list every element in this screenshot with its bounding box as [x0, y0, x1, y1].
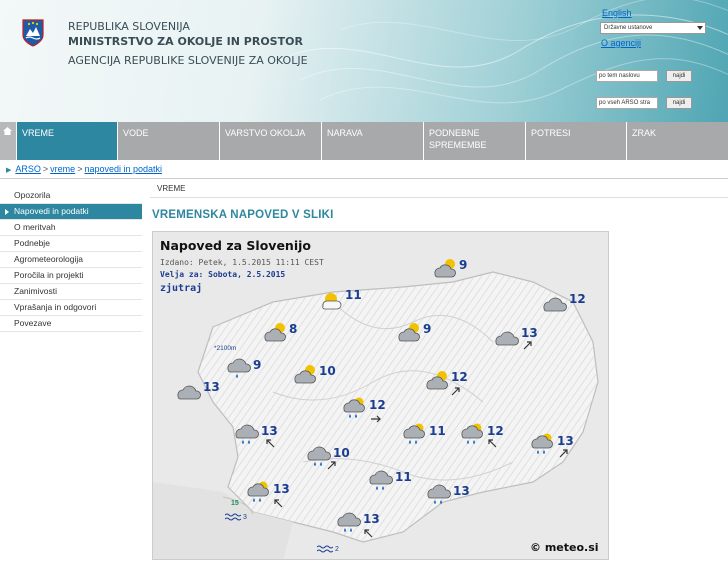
wind-arrow-icon — [451, 387, 460, 396]
light-rain-icon — [227, 358, 251, 378]
sea-state-2: 2 — [316, 544, 339, 557]
breadcrumb-vreme[interactable]: vreme — [50, 164, 75, 174]
nav-zrak[interactable]: ZRAK — [626, 122, 728, 160]
nav-varstvo-okolja[interactable]: VARSTVO OKOLJA — [219, 122, 321, 160]
breadcrumb-arrow-icon: ▶ — [6, 167, 12, 174]
sun-rain-icon — [531, 433, 553, 454]
rain-icon — [235, 424, 259, 444]
nav-narava[interactable]: NARAVA — [321, 122, 423, 160]
sun-rain-icon — [403, 423, 425, 444]
map-period: zjutraj — [160, 283, 203, 294]
partly-cloudy-icon — [434, 259, 456, 278]
partly-cloudy-icon — [264, 323, 286, 342]
sidebar-item-porocila[interactable]: Poročila in projekti — [0, 268, 142, 284]
main-navigation: VREME VODE VARSTVO OKOLJA NARAVA PODNEBN… — [0, 122, 728, 160]
sun-rain-icon — [247, 481, 269, 502]
section-label: VREME — [157, 184, 186, 193]
partly-cloudy-icon — [294, 365, 316, 384]
wave-icon — [224, 513, 242, 521]
search-site-input[interactable]: po tem naslovu — [596, 70, 658, 82]
sun-rain-icon — [343, 397, 365, 418]
wind-arrow-icon — [327, 461, 336, 470]
sidebar-item-o-meritvah[interactable]: O meritvah — [0, 220, 142, 236]
sidebar: Opozorila Napovedi in podatki O meritvah… — [0, 188, 142, 332]
home-icon — [3, 127, 12, 135]
header: REPUBLIKA SLOVENIJA MINISTRSTVO ZA OKOLJ… — [0, 0, 728, 122]
nav-podnebne-spremembe[interactable]: PODNEBNE SPREMEMBE — [423, 122, 525, 160]
nav-home[interactable] — [0, 122, 16, 160]
cloudy-icon — [495, 331, 519, 346]
partly-cloudy-icon — [426, 371, 448, 390]
sun-behind-cloud-icon — [322, 293, 342, 310]
breadcrumb-arso[interactable]: ARSO — [15, 164, 41, 174]
search-all-input[interactable]: po vseh ARSO stra — [596, 97, 658, 109]
nav-potresi[interactable]: POTRESI — [525, 122, 626, 160]
rain-icon — [369, 470, 393, 490]
title-line-2: MINISTRSTVO ZA OKOLJE IN PROSTOR — [68, 35, 303, 48]
wave-icon — [316, 545, 334, 553]
wind-arrow-icon — [488, 439, 497, 448]
elevation-label: *2100m — [214, 345, 237, 352]
english-link[interactable]: English — [602, 8, 632, 18]
sidebar-item-zanimivosti[interactable]: Zanimivosti — [0, 284, 142, 300]
nav-vreme[interactable]: VREME — [16, 122, 117, 160]
meteo-si-brand[interactable]: © meteo.si — [530, 541, 599, 554]
sidebar-item-agrometeorologija[interactable]: Agrometeorologija — [0, 252, 142, 268]
sidebar-item-podnebje[interactable]: Podnebje — [0, 236, 142, 252]
sea-state-1: 3 — [224, 512, 247, 525]
partly-cloudy-icon — [398, 323, 420, 342]
slovenia-coat-of-arms-logo — [22, 19, 44, 47]
header-wave-graphic — [280, 0, 728, 104]
chevron-down-icon — [697, 26, 703, 30]
search-site-button[interactable]: najdi — [666, 70, 692, 82]
wind-arrow-icon — [559, 449, 568, 458]
wind-arrow-icon — [523, 341, 532, 350]
map-valid-for: Velja za: Sobota, 2.5.2015 — [160, 270, 286, 279]
map-issued: Izdano: Petek, 1.5.2015 11:11 CEST — [160, 258, 324, 267]
forecast-map[interactable]: Napoved za Slovenijo Izdano: Petek, 1.5.… — [152, 231, 609, 560]
sidebar-item-vprasanja[interactable]: Vprašanja in odgovori — [0, 300, 142, 316]
wind-arrow-icon — [364, 529, 373, 538]
map-title: Napoved za Slovenijo — [160, 238, 311, 253]
title-line-1: REPUBLIKA SLOVENIJA — [68, 20, 190, 33]
slovenia-relief-map — [153, 232, 608, 559]
rain-icon — [427, 484, 451, 504]
page-title: VREMENSKA NAPOVED V SLIKI — [152, 209, 334, 221]
sidebar-item-povezave[interactable]: Povezave — [0, 316, 142, 332]
divider — [0, 178, 728, 179]
cloudy-icon — [177, 385, 201, 400]
about-agency-link[interactable]: O agenciji — [601, 38, 641, 48]
sun-rain-icon — [461, 423, 483, 444]
wind-arrow-icon — [371, 415, 381, 423]
title-line-3: AGENCIJA REPUBLIKE SLOVENIJE ZA OKOLJE — [68, 54, 308, 67]
search-all-button[interactable]: najdi — [666, 97, 692, 109]
institution-select-value: Državne ustanove — [604, 25, 653, 31]
rain-icon — [337, 512, 361, 532]
sidebar-item-opozorila[interactable]: Opozorila — [0, 188, 142, 204]
cloudy-icon — [543, 297, 567, 312]
nav-vode[interactable]: VODE — [117, 122, 219, 160]
wind-arrow-icon — [266, 439, 275, 448]
divider — [150, 197, 728, 198]
breadcrumb: ▶ ARSO > vreme > napovedi in podatki — [6, 164, 163, 174]
wind-arrow-icon — [274, 499, 283, 508]
sea-temperature: 15 — [231, 500, 239, 507]
arso-weather-page: REPUBLIKA SLOVENIJA MINISTRSTVO ZA OKOLJ… — [0, 0, 728, 568]
institution-select[interactable]: Državne ustanove — [600, 22, 706, 34]
sidebar-item-napovedi[interactable]: Napovedi in podatki — [0, 204, 142, 220]
breadcrumb-napovedi[interactable]: napovedi in podatki — [84, 164, 162, 174]
